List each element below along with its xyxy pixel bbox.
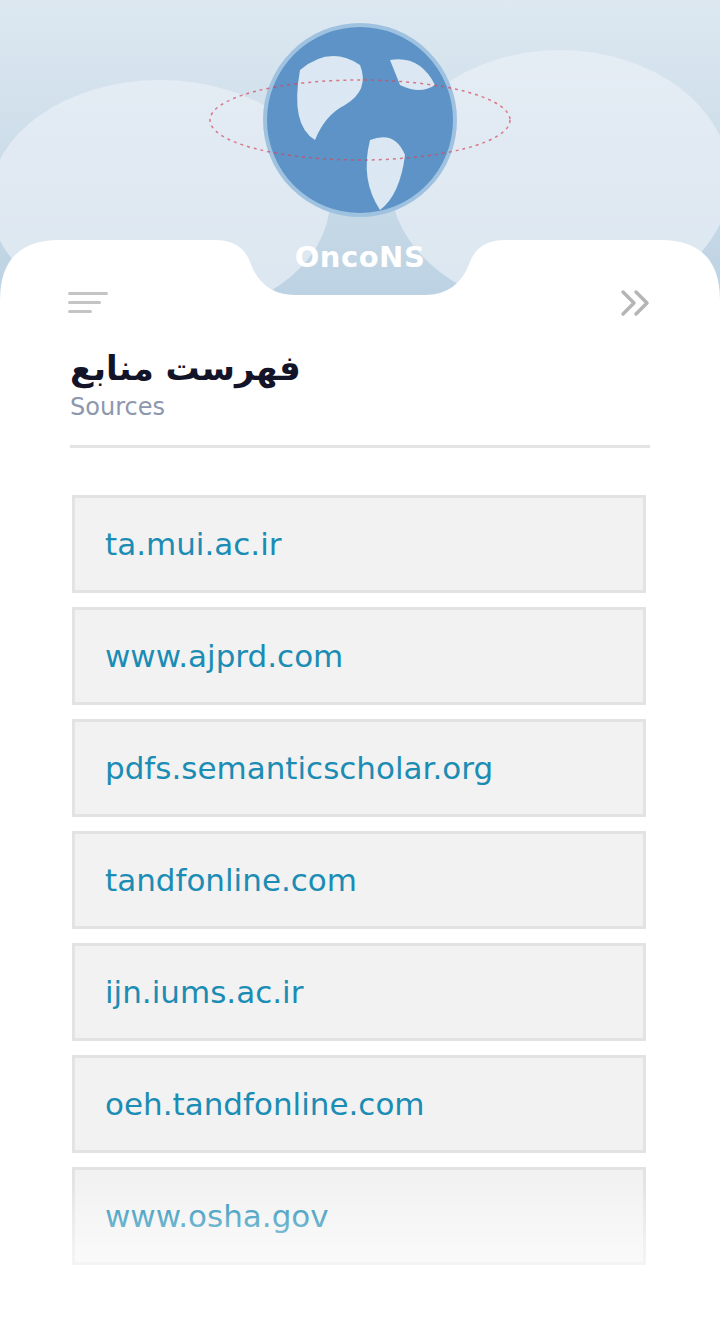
hamburger-icon xyxy=(68,290,108,316)
source-list: ta.mui.ac.ir www.ajprd.com pdfs.semanticsc… xyxy=(70,448,650,1265)
source-item[interactable]: www.osha.gov xyxy=(72,1167,646,1265)
menu-button[interactable] xyxy=(68,290,108,316)
source-link[interactable]: oeh.tandfonline.com xyxy=(105,1081,425,1128)
source-link[interactable]: ijn.iums.ac.ir xyxy=(105,969,303,1016)
bottom-fade xyxy=(0,1179,720,1339)
source-link[interactable]: www.ajprd.com xyxy=(105,633,343,680)
brand-title: OncoNS xyxy=(240,240,480,274)
forward-button[interactable] xyxy=(618,290,652,316)
divider xyxy=(70,445,650,448)
source-link[interactable]: tandfonline.com xyxy=(105,857,357,904)
content-sheet: OncoNS فهرست منابعSources ta.mui.ac.ir www.… xyxy=(0,240,720,1265)
source-item[interactable]: pdfs.semanticscholar.org xyxy=(72,719,646,817)
source-link[interactable]: www.osha.gov xyxy=(105,1193,329,1240)
sheet-top: OncoNS xyxy=(0,240,720,320)
page-subtitle: Sources xyxy=(70,392,650,423)
source-link[interactable]: ta.mui.ac.ir xyxy=(105,521,282,568)
source-item[interactable]: tandfonline.com xyxy=(72,831,646,929)
source-link[interactable]: pdfs.semanticscholar.org xyxy=(105,745,493,792)
double-chevron-icon xyxy=(620,289,652,317)
source-item[interactable]: oeh.tandfonline.com xyxy=(72,1055,646,1153)
source-item[interactable]: www.ajprd.com xyxy=(72,607,646,705)
sheet-body: فهرست منابعSources ta.mui.ac.ir www.ajprd.… xyxy=(0,320,720,1265)
source-item[interactable]: ijn.iums.ac.ir xyxy=(72,943,646,1041)
page-title: فهرست منابع xyxy=(70,320,650,390)
source-item[interactable]: ta.mui.ac.ir xyxy=(72,495,646,593)
